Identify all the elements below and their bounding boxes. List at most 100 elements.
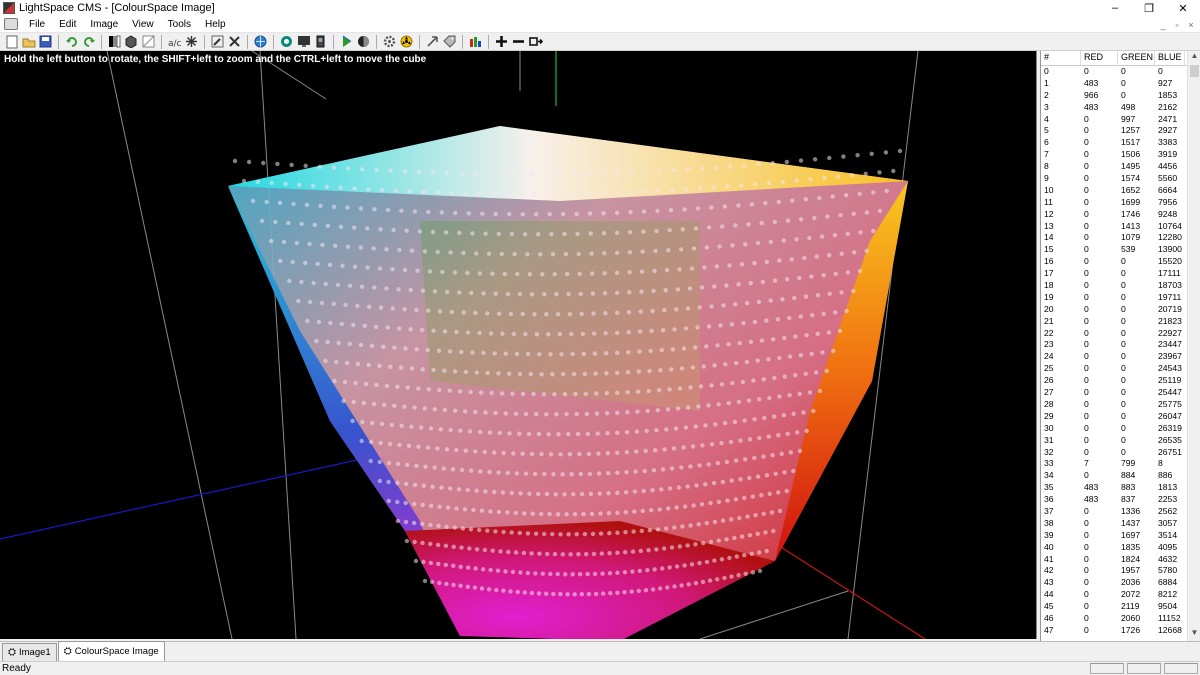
table-row[interactable]: 32 0 0 26751	[1041, 447, 1187, 459]
table-row[interactable]: 15 0 539 13900	[1041, 244, 1187, 256]
fit-icon[interactable]	[528, 34, 543, 49]
cube-icon[interactable]	[124, 34, 139, 49]
table-row[interactable]: 34 0 884 886	[1041, 470, 1187, 482]
new-icon[interactable]	[4, 34, 19, 49]
menu-file[interactable]: File	[22, 19, 52, 30]
tools-icon[interactable]	[227, 34, 242, 49]
play-icon[interactable]	[339, 34, 354, 49]
menu-edit[interactable]: Edit	[52, 19, 83, 30]
menu-help[interactable]: Help	[198, 19, 233, 30]
snowflake-icon[interactable]	[184, 34, 199, 49]
table-row[interactable]: 0 0 0 0	[1041, 66, 1187, 78]
table-row[interactable]: 1 483 0 927	[1041, 78, 1187, 90]
save-icon[interactable]	[38, 34, 53, 49]
scroll-up-button[interactable]: ▲	[1188, 51, 1200, 64]
table-row[interactable]: 27 0 0 25447	[1041, 387, 1187, 399]
table-row[interactable]: 10 0 1652 6664	[1041, 185, 1187, 197]
restore-button[interactable]: ❐	[1132, 0, 1166, 16]
table-row[interactable]: 41 0 1824 4632	[1041, 554, 1187, 566]
header-green[interactable]: GREEN	[1118, 51, 1155, 65]
table-row[interactable]: 18 0 0 18703	[1041, 280, 1187, 292]
table-row[interactable]: 37 0 1336 2562	[1041, 506, 1187, 518]
cell-red: 0	[1084, 589, 1089, 600]
menu-view[interactable]: View	[125, 19, 161, 30]
table-row[interactable]: 40 0 1835 4095	[1041, 542, 1187, 554]
table-row[interactable]: 47 0 1726 12668	[1041, 625, 1187, 637]
redo-icon[interactable]	[81, 34, 96, 49]
colour-cube-render[interactable]	[0, 51, 1037, 639]
table-row[interactable]: 35 483 883 1813	[1041, 482, 1187, 494]
table-row[interactable]: 22 0 0 22927	[1041, 328, 1187, 340]
table-row[interactable]: 39 0 1697 3514	[1041, 530, 1187, 542]
table-row[interactable]: 19 0 0 19711	[1041, 292, 1187, 304]
undo-icon[interactable]	[64, 34, 79, 49]
table-row[interactable]: 29 0 0 26047	[1041, 411, 1187, 423]
globe-icon[interactable]	[253, 34, 268, 49]
table-row[interactable]: 38 0 1437 3057	[1041, 518, 1187, 530]
table-row[interactable]: 12 0 1746 9248	[1041, 209, 1187, 221]
table-row[interactable]: 17 0 0 17111	[1041, 268, 1187, 280]
table-row[interactable]: 33 7 799 8	[1041, 458, 1187, 470]
radiation-icon[interactable]	[399, 34, 414, 49]
colourspace-viewport[interactable]: Hold the left button to rotate, the SHIF…	[0, 51, 1037, 639]
arrow-icon[interactable]	[425, 34, 440, 49]
header-red[interactable]: RED	[1081, 51, 1118, 65]
gear-icon[interactable]	[382, 34, 397, 49]
header-blue[interactable]: BLUE	[1155, 51, 1185, 65]
table-row[interactable]: 2 966 0 1853	[1041, 90, 1187, 102]
table-row[interactable]: 36 483 837 2253	[1041, 494, 1187, 506]
table-row[interactable]: 9 0 1574 5560	[1041, 173, 1187, 185]
header-index[interactable]: #	[1041, 51, 1081, 65]
display-icon[interactable]	[296, 34, 311, 49]
table-row[interactable]: 16 0 0 15520	[1041, 256, 1187, 268]
table-row[interactable]: 30 0 0 26319	[1041, 423, 1187, 435]
menu-tools[interactable]: Tools	[161, 19, 198, 30]
target-icon[interactable]	[279, 34, 294, 49]
tab-colourspace-image[interactable]: ⛭ ColourSpace Image	[57, 641, 165, 661]
table-row[interactable]: 14 0 1079 12280	[1041, 232, 1187, 244]
table-row[interactable]: 23 0 0 23447	[1041, 339, 1187, 351]
table-row[interactable]: 6 0 1517 3383	[1041, 137, 1187, 149]
zoom-out-icon[interactable]	[511, 34, 526, 49]
table-row[interactable]: 25 0 0 24543	[1041, 363, 1187, 375]
table-row[interactable]: 13 0 1413 10764	[1041, 221, 1187, 233]
histogram-icon[interactable]	[468, 34, 483, 49]
open-icon[interactable]	[21, 34, 36, 49]
scroll-down-button[interactable]: ▼	[1188, 628, 1200, 641]
tab-image1[interactable]: ⛭ Image1	[2, 643, 57, 661]
edit-icon[interactable]	[210, 34, 225, 49]
table-row[interactable]: 20 0 0 20719	[1041, 304, 1187, 316]
table-row[interactable]: 8 0 1495 4456	[1041, 161, 1187, 173]
mdi-minimize-button[interactable]: _	[1158, 20, 1168, 30]
contrast-icon[interactable]	[356, 34, 371, 49]
close-button[interactable]: ✕	[1166, 0, 1200, 16]
table-row[interactable]: 44 0 2072 8212	[1041, 589, 1187, 601]
table-row[interactable]: 43 0 2036 6884	[1041, 577, 1187, 589]
zoom-in-icon[interactable]	[494, 34, 509, 49]
table-row[interactable]: 42 0 1957 5780	[1041, 565, 1187, 577]
table-row[interactable]: 3 483 498 2162	[1041, 102, 1187, 114]
table-row[interactable]: 4 0 997 2471	[1041, 114, 1187, 126]
table-row[interactable]: 28 0 0 25775	[1041, 399, 1187, 411]
mdi-restore-button[interactable]: ▫	[1172, 20, 1182, 30]
table-row[interactable]: 45 0 2119 9504	[1041, 601, 1187, 613]
table-row[interactable]: 31 0 0 26535	[1041, 435, 1187, 447]
table-row[interactable]: 21 0 0 21823	[1041, 316, 1187, 328]
channels-icon[interactable]	[107, 34, 122, 49]
table-row[interactable]: 7 0 1506 3919	[1041, 149, 1187, 161]
scroll-thumb[interactable]	[1190, 65, 1199, 77]
table-row[interactable]: 26 0 0 25119	[1041, 375, 1187, 387]
measure-icon[interactable]: a/c	[167, 34, 182, 49]
minimize-button[interactable]: –	[1098, 0, 1132, 16]
tag-icon[interactable]	[442, 34, 457, 49]
mdi-close-button[interactable]: ×	[1186, 20, 1196, 30]
table-scrollbar[interactable]: ▲ ▼	[1187, 51, 1200, 641]
table-row[interactable]: 5 0 1257 2927	[1041, 125, 1187, 137]
blank-icon[interactable]	[141, 34, 156, 49]
table-row[interactable]: 11 0 1699 7956	[1041, 197, 1187, 209]
probe-icon[interactable]	[313, 34, 328, 49]
table-row[interactable]: 24 0 0 23967	[1041, 351, 1187, 363]
menu-image[interactable]: Image	[83, 19, 125, 30]
table-row[interactable]: 46 0 2060 11152	[1041, 613, 1187, 625]
document-menu-icon[interactable]	[4, 18, 18, 30]
